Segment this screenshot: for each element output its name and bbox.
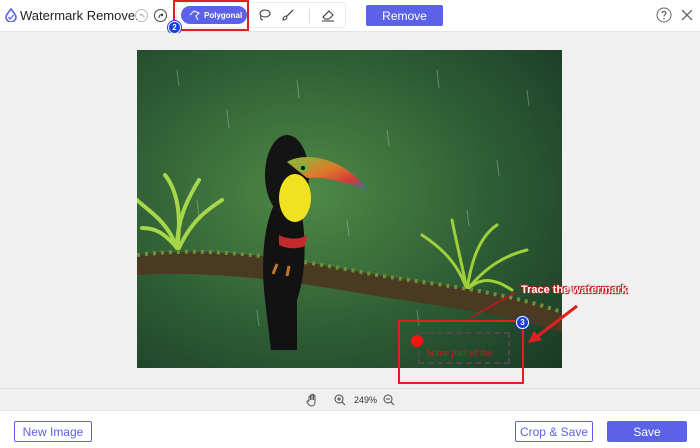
trace-watermark-label: Trace the watermark [521, 284, 628, 296]
tool-divider [309, 9, 310, 23]
brush-icon[interactable] [281, 8, 295, 22]
redo-button[interactable] [154, 9, 167, 22]
watermark-text: Some part of the [426, 348, 493, 359]
undo-button[interactable] [135, 9, 148, 22]
help-icon[interactable] [656, 7, 672, 23]
zoom-in-icon[interactable] [334, 394, 346, 406]
crop-and-save-button[interactable]: Crop & Save [515, 421, 593, 442]
polygonal-tool-highlight [173, 0, 249, 31]
water-drop-logo-icon [5, 8, 17, 22]
remove-button[interactable]: Remove [366, 5, 443, 26]
save-button[interactable]: Save [607, 421, 687, 442]
new-image-button[interactable]: New Image [14, 421, 92, 442]
close-icon[interactable] [680, 8, 694, 22]
zoom-level: 249% [354, 395, 378, 405]
watermark-selection-box: Some part of the [398, 320, 524, 384]
lasso-icon[interactable] [257, 8, 271, 22]
app-title: Watermark Remover [20, 8, 140, 23]
undo-icon [139, 12, 144, 18]
hand-pan-icon[interactable] [306, 393, 319, 407]
top-bar: Watermark Remover Polygonal Remove [0, 0, 700, 32]
eraser-icon[interactable] [321, 8, 335, 22]
zoom-bar: 249% [0, 388, 700, 410]
zoom-out-icon[interactable] [383, 394, 395, 406]
redo-icon [158, 12, 163, 18]
bottom-bar: New Image Crop & Save Save [0, 410, 700, 448]
step-badge-3: 3 [516, 316, 529, 329]
polygon-start-point[interactable] [411, 335, 423, 347]
